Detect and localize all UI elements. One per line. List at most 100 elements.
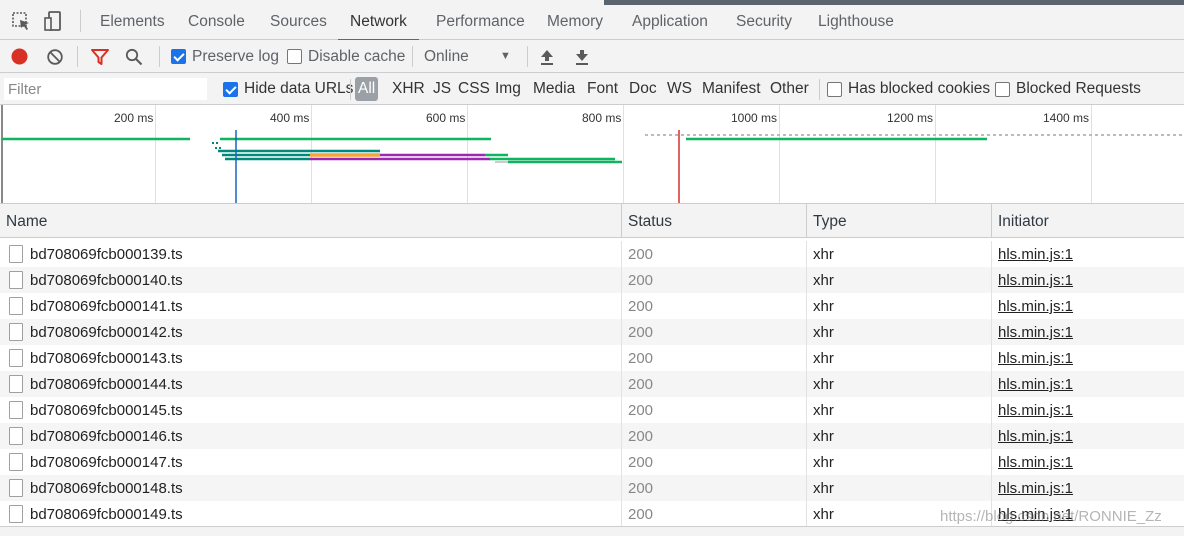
column-header-name[interactable]: Name: [0, 204, 622, 238]
preserve-log-check[interactable]: [171, 49, 186, 64]
request-name[interactable]: bd708069fcb000146.ts: [0, 423, 622, 449]
type-filter-manifest[interactable]: Manifest: [702, 73, 761, 105]
filter-separator: [819, 79, 820, 100]
tab-network[interactable]: Network: [338, 0, 419, 41]
initiator-link[interactable]: hls.min.js:1: [998, 376, 1073, 393]
type-filter-xhr[interactable]: XHR: [392, 73, 425, 105]
network-overview-timeline[interactable]: 200 ms 400 ms 600 ms 800 ms 1000 ms 1200…: [0, 105, 1184, 204]
type-filter-js[interactable]: JS: [433, 73, 451, 105]
request-name[interactable]: bd708069fcb000139.ts: [0, 241, 622, 267]
disable-cache-label: Disable cache: [308, 47, 406, 65]
column-header-status[interactable]: Status: [622, 204, 807, 238]
network-request-table: Name Status Type Initiator bd708069fcb00…: [0, 204, 1184, 536]
type-filter-doc[interactable]: Doc: [629, 73, 657, 105]
request-type: xhr: [807, 423, 992, 449]
table-row[interactable]: bd708069fcb000144.ts 200 xhr hls.min.js:1: [0, 371, 1184, 397]
table-row[interactable]: bd708069fcb000139.ts 200 xhr hls.min.js:1: [0, 241, 1184, 267]
request-name[interactable]: bd708069fcb000142.ts: [0, 319, 622, 345]
blocked-requests-label: Blocked Requests: [1016, 80, 1141, 97]
request-type: xhr: [807, 319, 992, 345]
type-filter-all[interactable]: All: [355, 77, 379, 101]
request-name[interactable]: bd708069fcb000145.ts: [0, 397, 622, 423]
table-row[interactable]: bd708069fcb000148.ts 200 xhr hls.min.js:1: [0, 475, 1184, 501]
initiator-link[interactable]: hls.min.js:1: [998, 298, 1073, 315]
request-name[interactable]: bd708069fcb000141.ts: [0, 293, 622, 319]
tab-separator: [80, 10, 81, 32]
table-row[interactable]: bd708069fcb000147.ts 200 xhr hls.min.js:1: [0, 449, 1184, 475]
initiator-link[interactable]: hls.min.js:1: [998, 480, 1073, 497]
has-blocked-cookies-checkbox[interactable]: Has blocked cookies: [827, 73, 990, 105]
request-type: xhr: [807, 371, 992, 397]
filter-input[interactable]: [4, 78, 207, 100]
table-row[interactable]: bd708069fcb000142.ts 200 xhr hls.min.js:1: [0, 319, 1184, 345]
table-row[interactable]: bd708069fcb000141.ts 200 xhr hls.min.js:1: [0, 293, 1184, 319]
request-initiator-cell: hls.min.js:1: [992, 449, 1184, 475]
blocked-requests-check[interactable]: [995, 81, 1010, 97]
toolbar-separator: [77, 46, 78, 67]
request-name[interactable]: bd708069fcb000143.ts: [0, 345, 622, 371]
type-filter-font[interactable]: Font: [587, 73, 618, 105]
type-filter-other[interactable]: Other: [770, 73, 809, 105]
request-name[interactable]: bd708069fcb000148.ts: [0, 475, 622, 501]
throttling-value: Online: [424, 47, 469, 65]
request-name[interactable]: bd708069fcb000147.ts: [0, 449, 622, 475]
search-button[interactable]: [125, 40, 143, 73]
tab-security[interactable]: Security: [736, 0, 792, 40]
type-filter-img[interactable]: Img: [495, 73, 521, 105]
initiator-link[interactable]: hls.min.js:1: [998, 246, 1073, 263]
hide-data-urls-label: Hide data URLs: [244, 80, 354, 97]
export-har-button[interactable]: [574, 40, 590, 73]
device-toolbar-icon[interactable]: [44, 10, 64, 32]
initiator-link[interactable]: hls.min.js:1: [998, 350, 1073, 367]
tab-application[interactable]: Application: [632, 0, 708, 40]
initiator-link[interactable]: hls.min.js:1: [998, 428, 1073, 445]
status-bar: [0, 526, 1184, 536]
request-name[interactable]: bd708069fcb000149.ts: [0, 501, 622, 527]
disable-cache-checkbox[interactable]: Disable cache: [287, 40, 405, 73]
column-header-type[interactable]: Type: [807, 204, 992, 238]
table-row[interactable]: bd708069fcb000145.ts 200 xhr hls.min.js:1: [0, 397, 1184, 423]
throttling-select[interactable]: Online ▼: [424, 40, 514, 73]
request-status: 200: [622, 293, 807, 319]
type-filter-ws[interactable]: WS: [667, 73, 692, 105]
network-toolbar: Preserve log Disable cache Online ▼: [0, 40, 1184, 73]
clear-icon: [47, 48, 63, 65]
request-type: xhr: [807, 345, 992, 371]
type-filter-media[interactable]: Media: [533, 73, 575, 105]
request-name[interactable]: bd708069fcb000144.ts: [0, 371, 622, 397]
table-row[interactable]: bd708069fcb000140.ts 200 xhr hls.min.js:1: [0, 267, 1184, 293]
table-row[interactable]: bd708069fcb000146.ts 200 xhr hls.min.js:1: [0, 423, 1184, 449]
tab-memory[interactable]: Memory: [547, 0, 603, 40]
hide-data-urls-check[interactable]: [223, 81, 238, 97]
table-row[interactable]: bd708069fcb000143.ts 200 xhr hls.min.js:1: [0, 345, 1184, 371]
record-button[interactable]: [10, 40, 29, 73]
initiator-link[interactable]: hls.min.js:1: [998, 402, 1073, 419]
inspect-element-icon[interactable]: [11, 10, 31, 32]
column-header-initiator[interactable]: Initiator: [992, 204, 1184, 238]
filter-bar: Hide data URLs All XHRJSCSSImg Media Font Do…: [0, 73, 1184, 105]
preserve-log-label: Preserve log: [192, 47, 280, 65]
upload-icon: [541, 49, 553, 65]
clear-button[interactable]: [46, 40, 64, 73]
filter-toggle-button[interactable]: [90, 40, 110, 73]
request-initiator-cell: hls.min.js:1: [992, 267, 1184, 293]
initiator-link[interactable]: hls.min.js:1: [998, 324, 1073, 341]
hide-data-urls-checkbox[interactable]: Hide data URLs: [223, 73, 353, 105]
request-initiator-cell: hls.min.js:1: [992, 293, 1184, 319]
disable-cache-check[interactable]: [287, 49, 302, 64]
import-har-button[interactable]: [539, 40, 555, 73]
type-filter-css[interactable]: CSS: [458, 73, 490, 105]
initiator-link[interactable]: hls.min.js:1: [998, 454, 1073, 471]
search-icon: [125, 48, 143, 65]
has-blocked-cookies-check[interactable]: [827, 81, 842, 97]
blocked-requests-checkbox[interactable]: Blocked Requests: [995, 73, 1141, 105]
preserve-log-checkbox[interactable]: Preserve log: [171, 40, 279, 73]
tab-lighthouse[interactable]: Lighthouse: [818, 0, 894, 40]
tab-sources[interactable]: Sources: [270, 0, 327, 40]
request-name[interactable]: bd708069fcb000140.ts: [0, 267, 622, 293]
tab-elements[interactable]: Elements: [100, 0, 165, 40]
tab-console[interactable]: Console: [188, 0, 245, 40]
tab-performance[interactable]: Performance: [436, 0, 525, 40]
filter-separator: [350, 79, 351, 100]
initiator-link[interactable]: hls.min.js:1: [998, 272, 1073, 289]
